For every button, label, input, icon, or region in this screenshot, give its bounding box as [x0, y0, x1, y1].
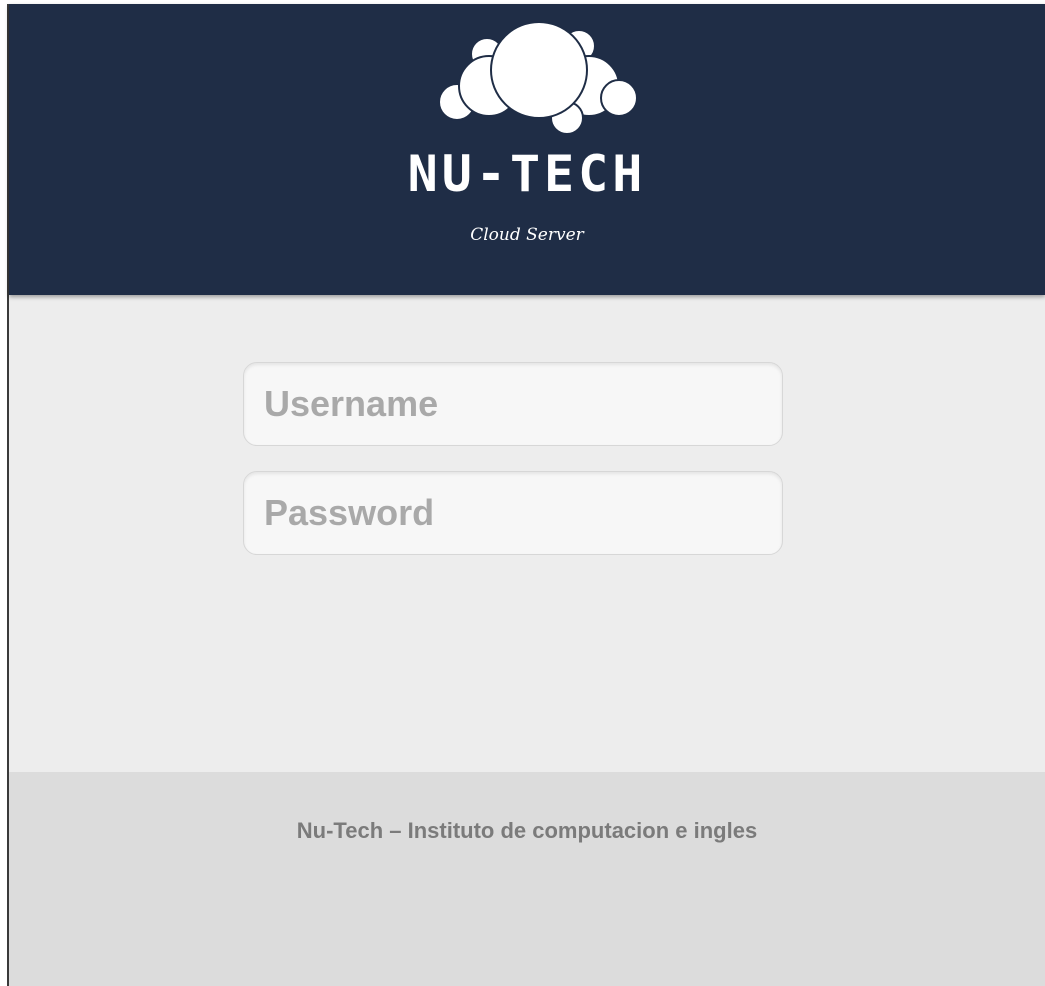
footer-text: Nu-Tech – Instituto de computacion e ing… — [296, 818, 758, 843]
page-frame: NU-TECH Cloud Server Nu-Tech – Instituto… — [7, 4, 1045, 986]
password-field[interactable] — [243, 471, 783, 555]
footer: Nu-Tech – Instituto de computacion e ing… — [9, 772, 1045, 986]
username-field[interactable] — [243, 362, 783, 446]
brand-name: NU-TECH — [407, 145, 647, 203]
header: NU-TECH Cloud Server — [9, 4, 1045, 295]
brand-tagline: Cloud Server — [470, 225, 584, 245]
cloud-icon — [438, 21, 638, 134]
login-form — [243, 362, 783, 555]
